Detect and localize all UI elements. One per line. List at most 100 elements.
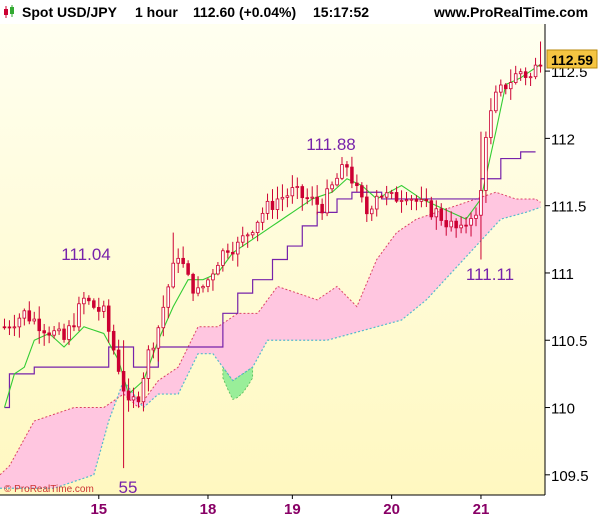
candle-body bbox=[280, 196, 285, 200]
candlestick-icon bbox=[4, 5, 14, 18]
candle-body bbox=[384, 192, 389, 198]
candle-body bbox=[12, 326, 17, 329]
y-tick-label: 112 bbox=[551, 131, 575, 148]
candle-body bbox=[499, 84, 503, 93]
candle-body bbox=[518, 71, 523, 75]
candle-body bbox=[528, 76, 533, 79]
candle-body bbox=[444, 220, 448, 228]
candle-body bbox=[136, 396, 141, 403]
candle-body bbox=[370, 208, 374, 215]
candle-body bbox=[265, 200, 270, 214]
candle-body bbox=[275, 198, 280, 210]
candle-body bbox=[201, 286, 205, 289]
candle-body bbox=[17, 317, 22, 328]
candle-body bbox=[146, 349, 151, 379]
price-change: 112.60 (+0.04%) bbox=[193, 4, 297, 20]
candle-body bbox=[37, 318, 41, 332]
candle-body bbox=[62, 328, 66, 340]
y-tick-label: 111 bbox=[551, 266, 574, 283]
last-price-label: 112.59 bbox=[551, 52, 593, 68]
candle-body bbox=[394, 192, 399, 202]
candle-body bbox=[424, 199, 429, 202]
candle-body bbox=[439, 208, 444, 221]
candle-body bbox=[191, 273, 195, 294]
y-tick-label: 111.5 bbox=[551, 199, 586, 216]
candle-body bbox=[181, 257, 185, 265]
candle-body bbox=[235, 241, 240, 255]
candle-body bbox=[295, 186, 300, 188]
candle-body bbox=[474, 214, 478, 219]
candle-body bbox=[469, 218, 473, 226]
candle-body bbox=[97, 307, 101, 312]
clock-time: 15:17:52 bbox=[313, 4, 370, 20]
candle-body bbox=[374, 195, 379, 210]
candle-body bbox=[231, 251, 235, 255]
candle-body bbox=[464, 224, 468, 227]
candle-body bbox=[290, 187, 295, 197]
candle-body bbox=[479, 190, 483, 216]
candle-body bbox=[245, 234, 250, 237]
price-annotation-high-mid: 111.88 bbox=[306, 135, 355, 154]
candle-body bbox=[355, 182, 359, 187]
candle-body bbox=[206, 279, 210, 287]
candle-body bbox=[2, 326, 7, 329]
price-annotation-low-bottom: 55 bbox=[119, 478, 138, 497]
candle-body bbox=[161, 306, 166, 329]
candle-body bbox=[414, 198, 419, 202]
candle-body bbox=[404, 199, 409, 202]
candle-body bbox=[335, 177, 339, 186]
candle-body bbox=[494, 91, 498, 112]
candle-body bbox=[434, 208, 439, 218]
candle-body bbox=[57, 328, 61, 332]
x-tick-label: 21 bbox=[473, 501, 490, 518]
candle-body bbox=[166, 286, 171, 308]
candle-body bbox=[429, 200, 434, 218]
candle-body bbox=[226, 250, 230, 253]
candle-body bbox=[32, 318, 37, 322]
candle-body bbox=[47, 332, 51, 336]
candle-body bbox=[42, 330, 46, 334]
candle-body bbox=[484, 137, 488, 191]
instrument-name: Spot USD/JPY bbox=[22, 4, 117, 20]
candle-body bbox=[325, 188, 329, 214]
candle-body bbox=[101, 305, 106, 312]
candle-body bbox=[121, 371, 126, 392]
candle-body bbox=[77, 303, 81, 328]
candle-body bbox=[399, 200, 404, 202]
candle-body bbox=[211, 273, 215, 281]
candle-body bbox=[72, 325, 76, 328]
candle-body bbox=[315, 196, 319, 205]
x-tick-label: 15 bbox=[90, 501, 107, 518]
site-url[interactable]: www.ProRealTime.com bbox=[434, 4, 588, 20]
y-tick-label: 110.5 bbox=[551, 333, 587, 350]
y-tick-label: 109.5 bbox=[551, 468, 589, 485]
candle-body bbox=[305, 197, 310, 200]
candle-body bbox=[240, 235, 245, 243]
candle-body bbox=[156, 327, 161, 349]
candle-body bbox=[27, 310, 32, 322]
candle-body bbox=[221, 250, 225, 266]
candle-body bbox=[449, 220, 453, 228]
price-chart[interactable]: 109.5110110.5111111.5112112.515 18 19 20 21 … bbox=[0, 24, 600, 519]
candle-body bbox=[459, 224, 463, 229]
candle-body bbox=[285, 195, 290, 198]
candle-body bbox=[504, 84, 508, 90]
candle-body bbox=[255, 221, 260, 233]
candle-body bbox=[260, 212, 265, 223]
candle-body bbox=[360, 185, 364, 198]
candle-body bbox=[176, 257, 180, 264]
x-tick-label: 18 bbox=[200, 501, 217, 518]
candle-body bbox=[186, 263, 190, 275]
timeframe[interactable]: 1 hour bbox=[135, 4, 178, 20]
candle-body bbox=[330, 184, 334, 190]
candle-body bbox=[106, 305, 111, 332]
candle-body bbox=[379, 195, 384, 198]
candle-body bbox=[151, 347, 156, 351]
candle-body bbox=[141, 378, 146, 403]
candle-body bbox=[365, 196, 369, 215]
candle-body bbox=[533, 64, 538, 78]
candle-body bbox=[350, 166, 354, 184]
candle-body bbox=[126, 390, 131, 401]
candle-body bbox=[131, 396, 136, 401]
candle-body bbox=[67, 325, 71, 340]
